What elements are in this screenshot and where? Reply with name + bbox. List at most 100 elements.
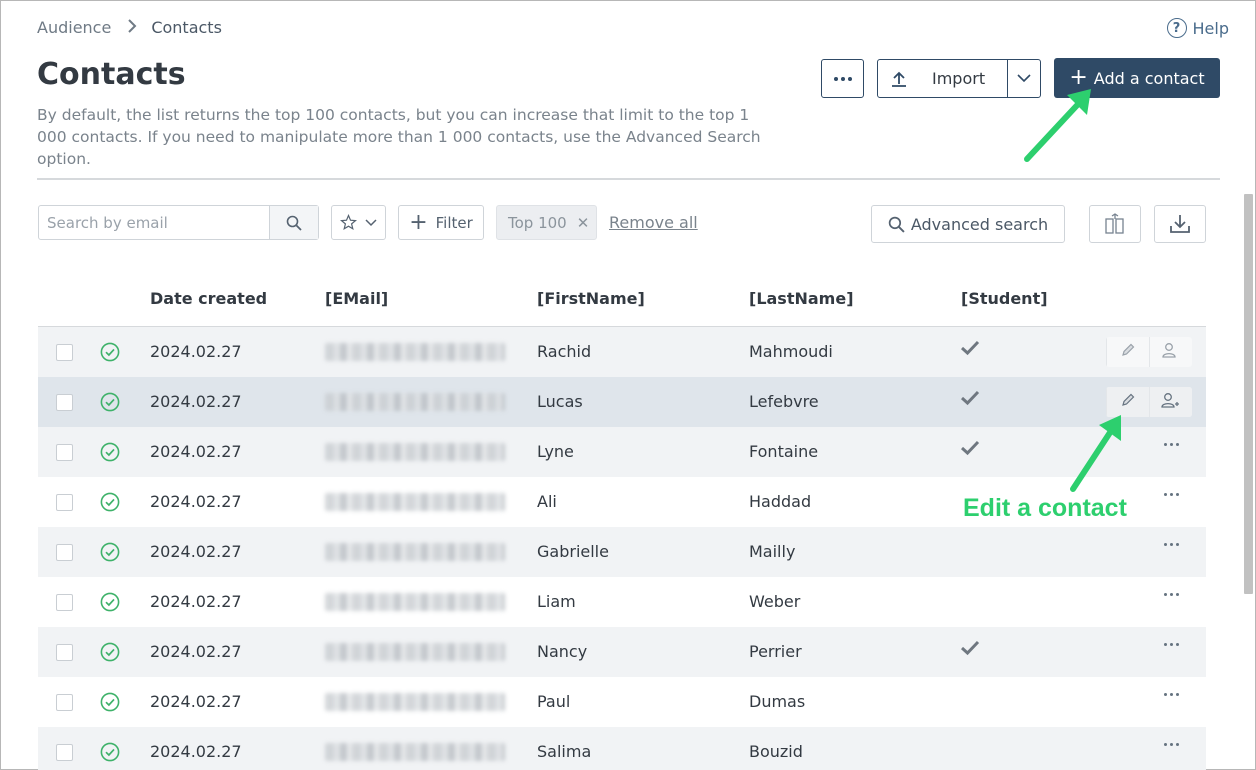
check-circle-icon <box>100 442 120 466</box>
row-checkbox[interactable] <box>56 394 73 411</box>
user-icon <box>1162 342 1180 362</box>
check-circle-icon <box>100 692 120 716</box>
annotation-arrow-add <box>1024 89 1091 162</box>
dot <box>1164 743 1167 746</box>
row-more-icon[interactable] <box>1164 543 1179 546</box>
dot <box>1176 643 1179 646</box>
chevron-down-icon <box>365 218 377 226</box>
edit-contact-annotation: Edit a contact <box>963 494 1127 522</box>
row-checkbox[interactable] <box>56 644 73 661</box>
column-header-date[interactable]: Date created <box>150 289 267 308</box>
column-header-firstname[interactable]: [FirstName] <box>537 289 645 308</box>
table-row[interactable]: 2024.02.27 Lucas Lefebvre <box>38 377 1206 427</box>
search-input[interactable] <box>39 206 269 239</box>
more-options-button[interactable] <box>821 59 864 98</box>
search-icon <box>888 216 905 233</box>
remove-all-link[interactable]: Remove all <box>609 213 698 232</box>
table-row[interactable]: 2024.02.27 Lyne Fontaine <box>38 427 1206 477</box>
add-contact-label: Add a contact <box>1093 68 1205 88</box>
page-description: By default, the list returns the top 100… <box>37 106 761 168</box>
cell-firstname: Paul <box>537 692 571 711</box>
question-circle-icon: ? <box>1166 18 1187 38</box>
dot <box>833 76 838 81</box>
row-checkbox[interactable] <box>56 494 73 511</box>
dot <box>1170 643 1173 646</box>
cell-lastname: Mahmoudi <box>749 342 833 361</box>
table-row[interactable]: 2024.02.27 Gabrielle Mailly <box>38 527 1206 577</box>
cell-date-created: 2024.02.27 <box>150 342 242 361</box>
import-button-group: Import <box>877 59 1041 98</box>
cell-email-redacted <box>325 693 505 711</box>
dot <box>1170 743 1173 746</box>
check-circle-icon <box>100 492 120 516</box>
cell-email-redacted <box>325 343 505 361</box>
chip-label: Top 100 <box>508 213 567 232</box>
table-row[interactable]: 2024.02.27 Salima Bouzid <box>38 727 1206 770</box>
cell-lastname: Haddad <box>749 492 812 511</box>
row-more-icon[interactable] <box>1164 493 1179 496</box>
row-checkbox[interactable] <box>56 694 73 711</box>
search-button[interactable] <box>269 206 318 239</box>
row-checkbox[interactable] <box>56 444 73 461</box>
row-checkbox[interactable] <box>56 744 73 761</box>
columns-icon <box>1105 213 1124 234</box>
cell-lastname: Fontaine <box>749 442 819 461</box>
breadcrumb-audience[interactable]: Audience <box>37 18 111 37</box>
check-circle-icon <box>100 392 120 416</box>
upload-icon <box>892 71 906 87</box>
check-circle-icon <box>100 742 120 766</box>
cell-firstname: Lyne <box>537 442 574 461</box>
table-row[interactable]: 2024.02.27 Nancy Perrier <box>38 627 1206 677</box>
dot <box>1164 693 1167 696</box>
import-button[interactable]: Import <box>878 60 1008 97</box>
dot <box>1176 743 1179 746</box>
columns-button[interactable] <box>1089 205 1141 243</box>
chevron-right-icon <box>127 18 137 37</box>
row-checkbox[interactable] <box>56 544 73 561</box>
cell-email-redacted <box>325 493 505 511</box>
dot <box>1164 443 1167 446</box>
checkmark-icon <box>960 640 980 660</box>
checkmark-icon <box>960 340 980 360</box>
close-icon[interactable]: ✕ <box>577 214 590 232</box>
advanced-search-button[interactable]: Advanced search <box>871 205 1065 243</box>
export-button[interactable] <box>1154 205 1206 243</box>
dot <box>840 76 845 81</box>
cell-lastname: Weber <box>749 592 801 611</box>
dot <box>1164 543 1167 546</box>
table-row[interactable]: 2024.02.27 Rachid Mahmoudi <box>38 327 1206 377</box>
table-row[interactable]: 2024.02.27 Paul Dumas <box>38 677 1206 727</box>
advanced-search-label: Advanced search <box>910 214 1049 234</box>
check-circle-icon <box>100 642 120 666</box>
dot <box>1164 493 1167 496</box>
scrollbar[interactable] <box>1244 194 1253 594</box>
cell-lastname: Mailly <box>749 542 796 561</box>
dot <box>1164 593 1167 596</box>
pencil-icon <box>1120 342 1136 362</box>
help-link[interactable]: ? Help <box>1166 18 1229 38</box>
favorites-dropdown[interactable] <box>331 205 386 240</box>
row-checkbox[interactable] <box>56 344 73 361</box>
cell-firstname: Salima <box>537 742 592 761</box>
column-header-email[interactable]: [EMail] <box>325 289 388 308</box>
row-more-icon[interactable] <box>1164 693 1179 696</box>
row-more-icon[interactable] <box>1164 443 1179 446</box>
cell-date-created: 2024.02.27 <box>150 692 242 711</box>
row-checkbox[interactable] <box>56 594 73 611</box>
row-more-icon[interactable] <box>1164 593 1179 596</box>
cell-lastname: Dumas <box>749 692 806 711</box>
checkmark-icon <box>960 440 980 460</box>
contact-profile-button[interactable] <box>1149 387 1192 417</box>
contact-profile-button[interactable] <box>1149 337 1192 367</box>
row-more-icon[interactable] <box>1164 743 1179 746</box>
column-header-lastname[interactable]: [LastName] <box>749 289 854 308</box>
column-header-student[interactable]: [Student] <box>961 289 1048 308</box>
cell-firstname: Liam <box>537 592 576 611</box>
table-row[interactable]: 2024.02.27 Liam Weber <box>38 577 1206 627</box>
filter-button[interactable]: + Filter <box>398 205 484 240</box>
search-icon <box>286 215 302 231</box>
cell-date-created: 2024.02.27 <box>150 392 242 411</box>
edit-contact-button[interactable] <box>1106 337 1149 367</box>
cell-firstname: Nancy <box>537 642 588 661</box>
row-more-icon[interactable] <box>1164 643 1179 646</box>
